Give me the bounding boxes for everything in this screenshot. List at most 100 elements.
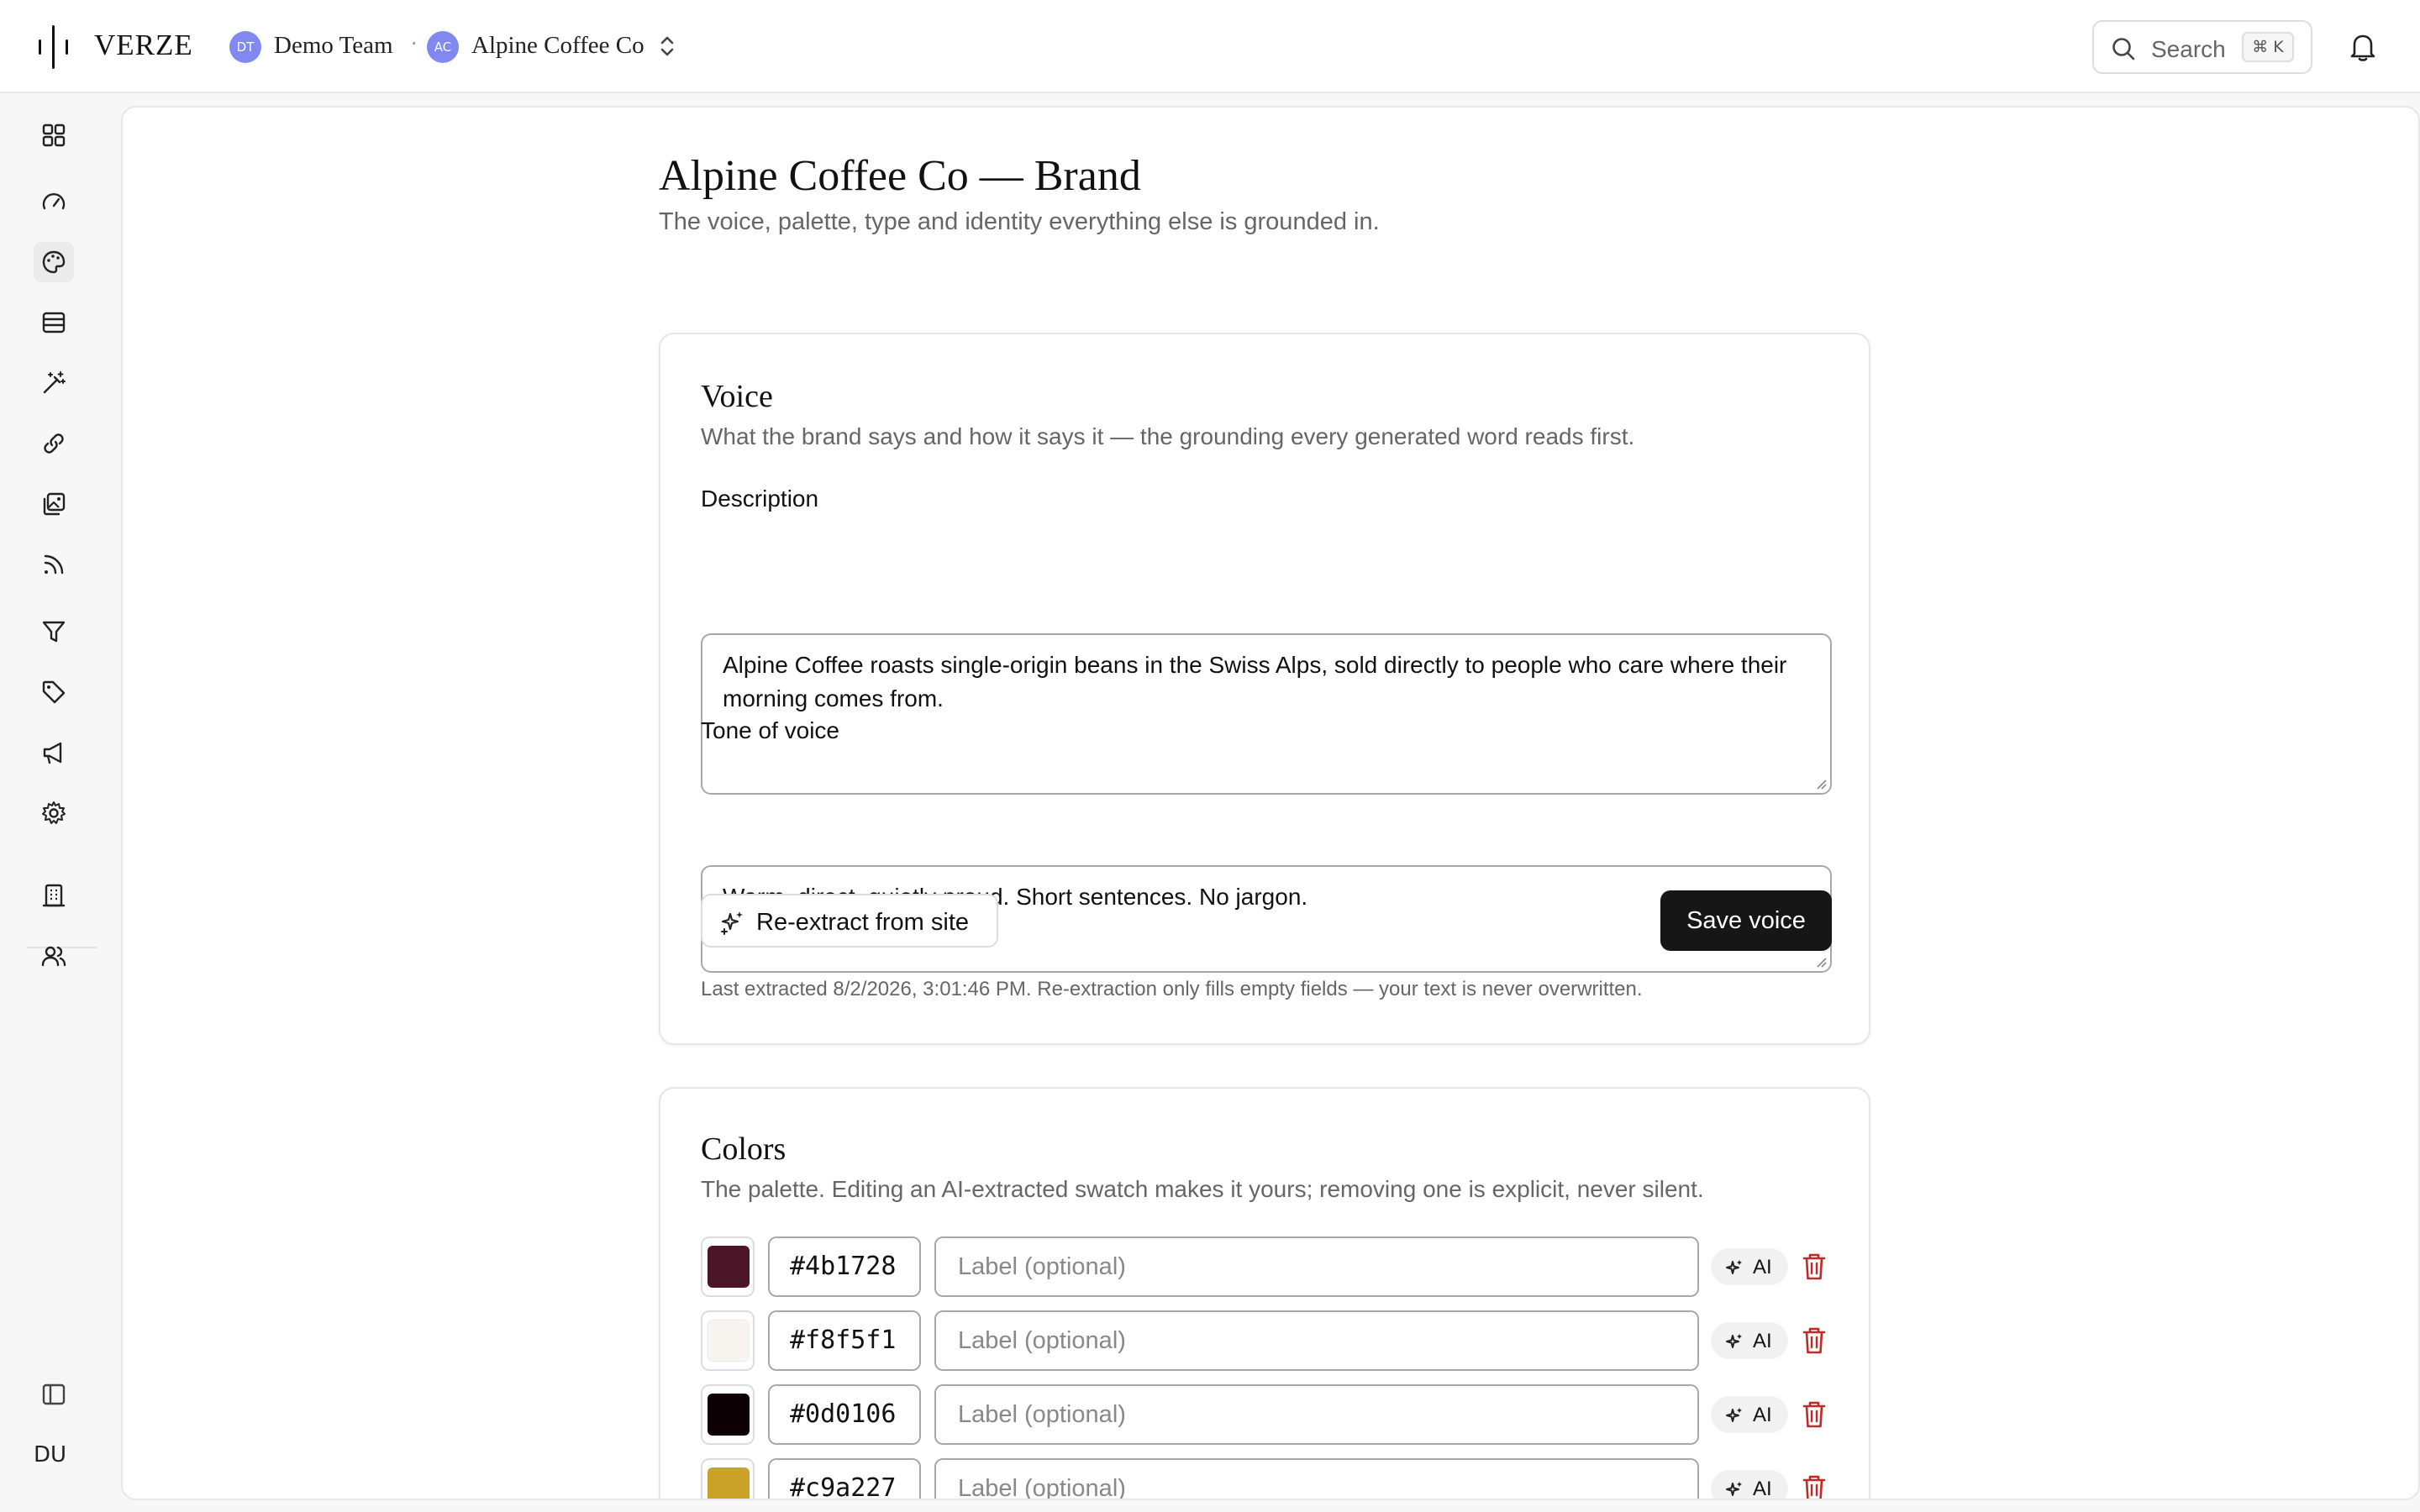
description-label: Description xyxy=(701,486,819,512)
color-picker[interactable] xyxy=(701,1236,755,1297)
sidebar-item-brand[interactable] xyxy=(34,242,74,282)
sidebar-item-content[interactable] xyxy=(37,306,71,339)
label-input[interactable]: Label (optional) xyxy=(934,1384,1699,1445)
search-button[interactable]: Search ⌘ K xyxy=(2092,20,2312,74)
gear-icon xyxy=(42,801,66,824)
hex-input[interactable]: #f8f5f1 xyxy=(768,1310,921,1371)
color-picker[interactable] xyxy=(701,1458,755,1499)
extraction-footnote: Last extracted 8/2/2026, 3:01:46 PM. Re-… xyxy=(701,978,1643,1000)
chevron-updown-icon[interactable] xyxy=(655,32,679,60)
reextract-button[interactable]: Re-extract from site xyxy=(701,894,998,948)
colors-subtitle: The palette. Editing an AI-extracted swa… xyxy=(701,1176,1704,1202)
resize-grip-icon[interactable] xyxy=(1815,778,1827,790)
building-icon xyxy=(42,884,66,907)
sidebar-item-settings[interactable] xyxy=(37,796,71,830)
voice-subtitle: What the brand says and how it says it —… xyxy=(701,423,1635,449)
grid-icon xyxy=(42,123,66,147)
search-shortcut: ⌘ K xyxy=(2242,32,2294,62)
magic-wand-icon xyxy=(43,371,66,394)
sidebar-item-analytics[interactable] xyxy=(37,185,71,218)
rss-icon xyxy=(44,554,64,575)
color-swatch xyxy=(708,1467,750,1499)
sidebar-item-filters[interactable] xyxy=(37,615,71,648)
gauge-icon xyxy=(42,193,66,210)
voice-card: Voice What the brand says and how it say… xyxy=(659,333,1870,1045)
save-voice-button[interactable]: Save voice xyxy=(1660,890,1832,951)
users-icon xyxy=(41,946,66,967)
brand-name[interactable]: Alpine Coffee Co xyxy=(471,32,644,60)
ai-badge: AI xyxy=(1711,1248,1788,1285)
sidebar-collapse-button[interactable] xyxy=(37,1378,71,1411)
tone-label: Tone of voice xyxy=(701,717,839,743)
filter-icon xyxy=(42,621,66,643)
link-icon xyxy=(44,433,64,454)
sidebar-item-generate[interactable] xyxy=(37,366,71,400)
sidebar-item-links[interactable] xyxy=(37,427,71,460)
colors-card: Colors The palette. Editing an AI-extrac… xyxy=(659,1087,1870,1500)
ai-badge-label: AI xyxy=(1753,1330,1772,1352)
search-label: Search xyxy=(2151,36,2226,62)
hex-input[interactable]: #c9a227 xyxy=(768,1458,921,1499)
logo-text[interactable]: VERZE xyxy=(94,29,193,62)
team-name[interactable]: Demo Team xyxy=(274,32,393,60)
resize-grip-icon[interactable] xyxy=(1815,956,1827,968)
label-input[interactable]: Label (optional) xyxy=(934,1458,1699,1499)
ai-badge: AI xyxy=(1711,1322,1788,1359)
sparkles-icon xyxy=(1726,1408,1742,1422)
ai-badge: AI xyxy=(1711,1396,1788,1433)
hex-input[interactable]: #4b1728 xyxy=(768,1236,921,1297)
sidebar-item-dashboard[interactable] xyxy=(37,118,71,152)
sparkles-icon xyxy=(1726,1482,1742,1496)
voice-title: Voice xyxy=(701,379,773,414)
sparkles-icon xyxy=(1726,1260,1742,1274)
sidebar-item-feeds[interactable] xyxy=(37,548,71,581)
trash-icon[interactable] xyxy=(1800,1252,1828,1282)
search-icon xyxy=(2112,38,2135,60)
swatch-row: #f8f5f1 Label (optional) AI xyxy=(701,1310,1832,1371)
logo-mark-icon xyxy=(39,25,69,69)
page-subtitle: The voice, palette, type and identity ev… xyxy=(659,208,1380,235)
main-content: Alpine Coffee Co — Brand The voice, pale… xyxy=(121,106,2420,1500)
label-input[interactable]: Label (optional) xyxy=(934,1310,1699,1371)
ai-badge-label: AI xyxy=(1753,1404,1772,1426)
ai-badge-label: AI xyxy=(1753,1478,1772,1500)
sidebar-item-media[interactable] xyxy=(37,487,71,521)
sparkles-icon xyxy=(1726,1334,1742,1348)
megaphone-icon xyxy=(43,742,62,764)
palette-icon xyxy=(42,250,66,274)
sidebar-item-team[interactable] xyxy=(37,939,71,973)
trash-icon[interactable] xyxy=(1800,1399,1828,1430)
top-bar: VERZE DT Demo Team · AC Alpine Coffee Co… xyxy=(0,0,2420,93)
sidebar-item-tags[interactable] xyxy=(37,675,71,709)
colors-title: Colors xyxy=(701,1131,786,1167)
swatch-row: #0d0106 Label (optional) AI xyxy=(701,1384,1832,1445)
color-swatch xyxy=(708,1394,750,1436)
hex-input[interactable]: #0d0106 xyxy=(768,1384,921,1445)
brand-avatar: AC xyxy=(427,31,459,63)
sidebar-item-organization[interactable] xyxy=(37,879,71,912)
color-picker[interactable] xyxy=(701,1384,755,1445)
swatch-row: #4b1728 Label (optional) AI xyxy=(701,1236,1832,1297)
tag-icon xyxy=(42,680,66,704)
ai-badge: AI xyxy=(1711,1470,1788,1500)
sidebar xyxy=(0,94,109,1512)
sidebar-toggle-icon xyxy=(42,1383,66,1405)
sidebar-item-campaigns[interactable] xyxy=(37,736,71,769)
team-avatar: DT xyxy=(229,31,261,63)
sparkles-icon xyxy=(721,911,743,935)
color-swatch xyxy=(708,1246,750,1288)
label-input[interactable]: Label (optional) xyxy=(934,1236,1699,1297)
reextract-label: Re-extract from site xyxy=(756,909,969,936)
swatch-row: #c9a227 Label (optional) AI xyxy=(701,1458,1832,1500)
breadcrumb-separator: · xyxy=(410,29,418,55)
description-field[interactable]: Alpine Coffee roasts single-origin beans… xyxy=(701,633,1832,795)
color-swatch xyxy=(708,1320,750,1362)
trash-icon[interactable] xyxy=(1800,1473,1828,1500)
color-picker[interactable] xyxy=(701,1310,755,1371)
description-value: Alpine Coffee roasts single-origin beans… xyxy=(723,652,1787,711)
user-avatar[interactable]: DU xyxy=(34,1442,66,1467)
images-icon xyxy=(43,492,66,516)
bell-icon[interactable] xyxy=(2346,30,2380,64)
trash-icon[interactable] xyxy=(1800,1326,1828,1356)
ai-badge-label: AI xyxy=(1753,1256,1772,1278)
